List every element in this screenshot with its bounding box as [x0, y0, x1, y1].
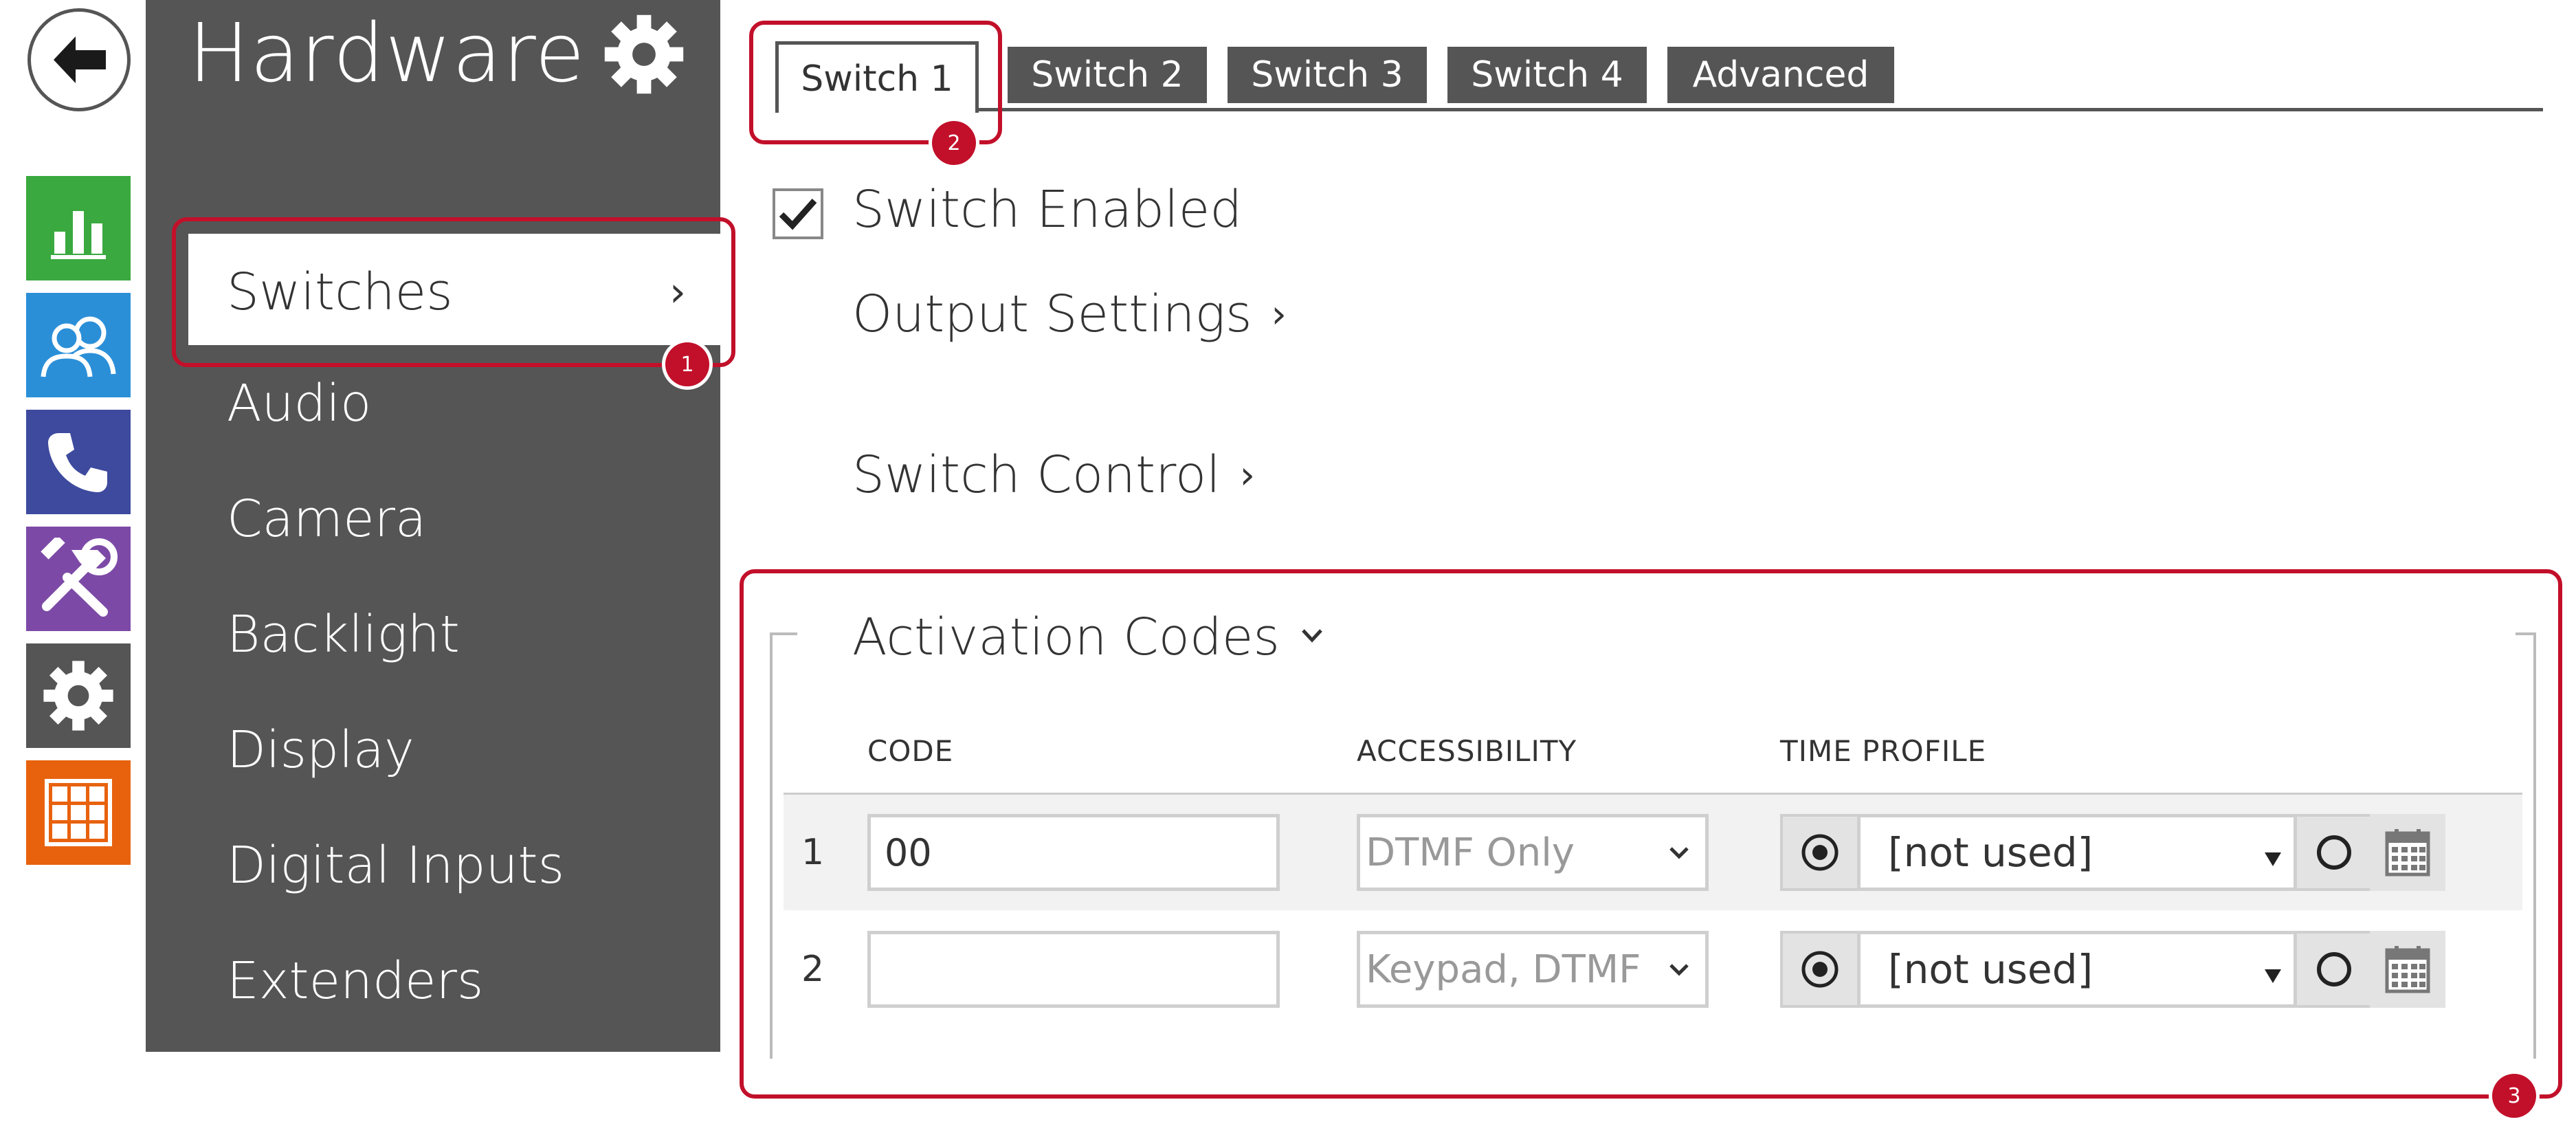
status-chart-icon: [51, 211, 106, 259]
phone-icon: [48, 433, 107, 492]
output-settings-label: Output Settings: [852, 285, 1252, 344]
directory-tile[interactable]: [26, 293, 131, 397]
sidebar-item-camera[interactable]: Camera: [227, 489, 426, 549]
callout-1-outline: [172, 217, 735, 367]
calls-tile[interactable]: [26, 410, 131, 514]
back-arrow-icon: [54, 36, 106, 83]
system-gear-icon: [43, 661, 113, 731]
directory-users-icon: [41, 316, 116, 377]
sidebar-item-audio[interactable]: Audio: [227, 374, 371, 433]
tab-switch-3[interactable]: Switch 3: [1228, 47, 1427, 103]
chevron-right-icon: ›: [1271, 291, 1287, 337]
status-tile[interactable]: [26, 176, 131, 280]
callout-2-badge: 2: [932, 121, 976, 165]
sidebar: Hardware Switches › Audio Camera Backlig…: [146, 0, 720, 1052]
gear-icon[interactable]: [599, 10, 689, 99]
tab-advanced[interactable]: Advanced: [1667, 47, 1894, 103]
checkmark-icon: [779, 199, 817, 230]
switch-control-toggle[interactable]: Switch Control ›: [852, 445, 1255, 505]
back-button[interactable]: [27, 8, 131, 111]
sidebar-item-digital-inputs[interactable]: Digital Inputs: [227, 836, 564, 895]
callout-3-outline: [740, 569, 2562, 1099]
sidebar-title: Hardware: [188, 5, 586, 100]
system-tile[interactable]: [26, 643, 131, 748]
sidebar-item-extenders[interactable]: Extenders: [227, 951, 483, 1011]
hardware-tile[interactable]: [26, 527, 131, 631]
services-grid-icon: [45, 779, 112, 846]
hardware-tools-icon: [41, 538, 118, 617]
tab-switch-4[interactable]: Switch 4: [1447, 47, 1647, 103]
callout-3-badge: 3: [2492, 1074, 2536, 1118]
services-tile[interactable]: [26, 760, 131, 865]
switch-enabled-label: Switch Enabled: [852, 180, 1243, 239]
sidebar-item-display[interactable]: Display: [227, 720, 414, 780]
chevron-right-icon: ›: [1239, 452, 1256, 498]
callout-1-badge: 1: [665, 342, 709, 386]
tab-switch-2[interactable]: Switch 2: [1008, 47, 1207, 103]
output-settings-toggle[interactable]: Output Settings ›: [852, 285, 1287, 344]
switch-enabled-checkbox[interactable]: [773, 188, 823, 239]
sidebar-item-backlight[interactable]: Backlight: [227, 605, 460, 664]
switch-control-label: Switch Control: [852, 445, 1221, 505]
tab-underline: [777, 108, 2543, 111]
